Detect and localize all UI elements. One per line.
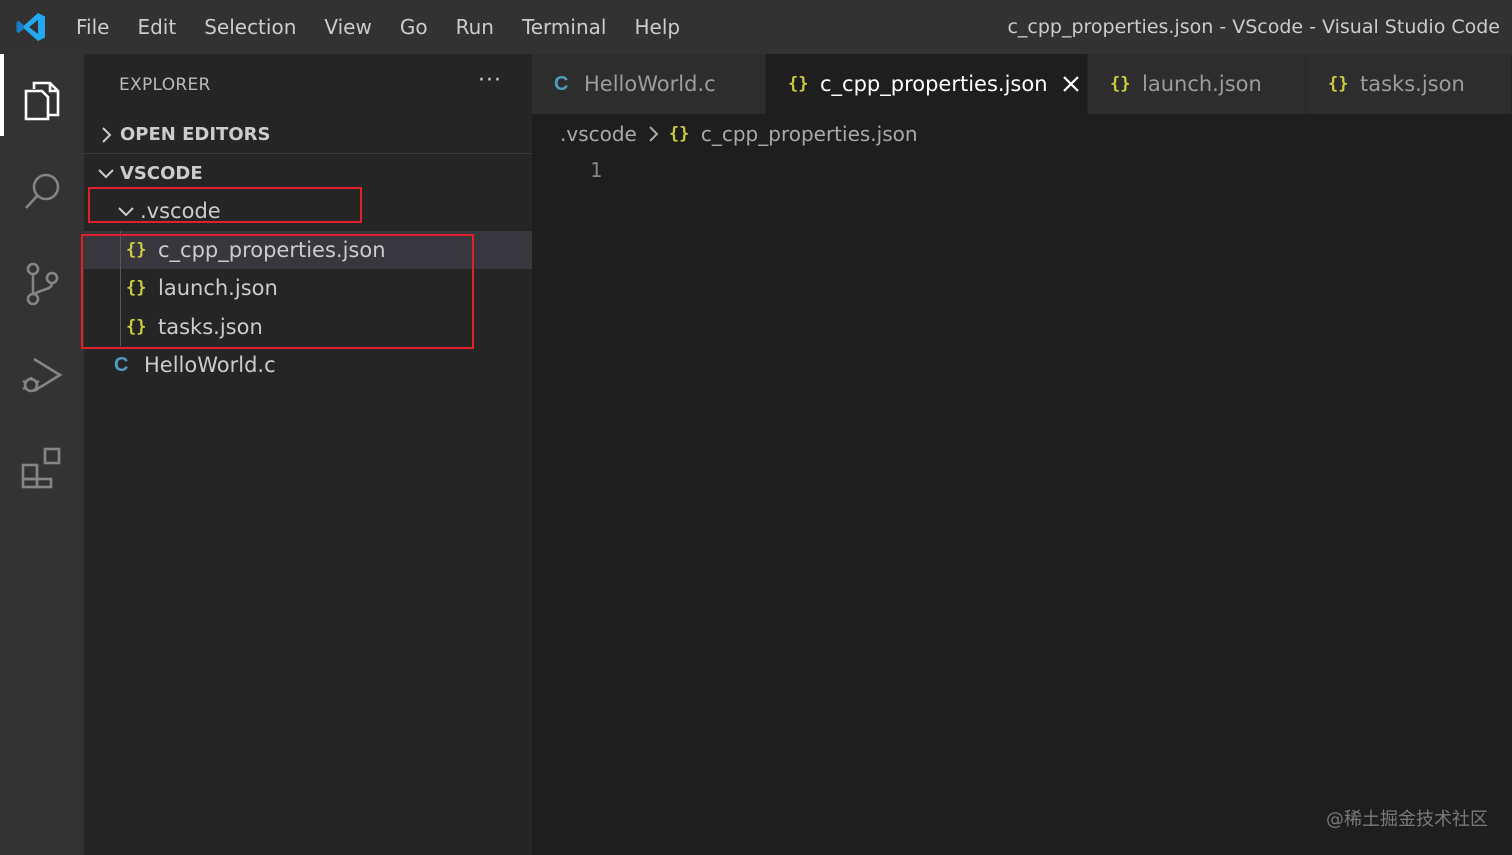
breadcrumb-file[interactable]: c_cpp_properties.json <box>701 122 918 146</box>
file-c-cpp-properties[interactable]: {} c_cpp_properties.json <box>84 230 532 269</box>
menu-selection[interactable]: Selection <box>190 0 310 54</box>
menu-file[interactable]: File <box>62 0 123 54</box>
file-label: HelloWorld.c <box>144 353 276 378</box>
run-debug-icon[interactable] <box>0 330 84 422</box>
breadcrumb-folder[interactable]: .vscode <box>560 122 637 146</box>
menu-view[interactable]: View <box>310 0 385 54</box>
tab-label: launch.json <box>1142 72 1262 96</box>
indent-guide <box>120 230 121 269</box>
c-file-icon: C <box>554 72 569 95</box>
file-label: launch.json <box>158 276 278 301</box>
open-editors-label: OPEN EDITORS <box>120 124 271 145</box>
explorer-title: EXPLORER <box>119 75 211 95</box>
chevron-right-icon <box>647 125 659 143</box>
menu-help[interactable]: Help <box>620 0 694 54</box>
json-file-icon: {} <box>126 316 147 337</box>
title-bar: File Edit Selection View Go Run Terminal… <box>0 0 1512 54</box>
close-icon[interactable] <box>1060 73 1082 95</box>
extensions-icon[interactable] <box>0 422 84 514</box>
explorer-header: EXPLORER ··· <box>84 54 532 116</box>
tab-c-cpp-properties[interactable]: {} c_cpp_properties.json <box>766 54 1088 114</box>
c-file-icon: C <box>114 353 129 376</box>
menu-bar: File Edit Selection View Go Run Terminal… <box>62 0 694 54</box>
explorer-sidebar: EXPLORER ··· OPEN EDITORS VSCODE .vscode… <box>81 54 532 855</box>
menu-edit[interactable]: Edit <box>123 0 190 54</box>
menu-go[interactable]: Go <box>386 0 442 54</box>
json-file-icon: {} <box>668 124 690 144</box>
more-actions-icon[interactable]: ··· <box>478 68 502 93</box>
chevron-right-icon <box>94 116 118 154</box>
workspace-label: VSCODE <box>120 162 203 184</box>
search-icon[interactable] <box>0 146 84 238</box>
tab-helloworld-c[interactable]: C HelloWorld.c <box>532 54 766 114</box>
open-editors-section[interactable]: OPEN EDITORS <box>84 116 532 154</box>
tab-tasks-json[interactable]: {} tasks.json <box>1306 54 1512 114</box>
vscode-logo-icon <box>0 0 62 54</box>
json-file-icon: {} <box>126 239 147 260</box>
watermark: @稀土掘金技术社区 <box>1326 809 1488 830</box>
tab-launch-json[interactable]: {} launch.json <box>1088 54 1306 114</box>
source-control-icon[interactable] <box>0 238 84 330</box>
workspace-section[interactable]: VSCODE <box>84 154 532 192</box>
line-number: 1 <box>590 158 603 182</box>
chevron-down-icon <box>94 154 118 192</box>
json-file-icon: {} <box>126 278 147 299</box>
file-label: tasks.json <box>158 314 263 339</box>
file-label: c_cpp_properties.json <box>158 237 386 262</box>
tab-bar: C HelloWorld.c {} c_cpp_properties.json … <box>532 54 1512 114</box>
files-icon[interactable] <box>0 54 84 146</box>
breadcrumb: .vscode {} c_cpp_properties.json <box>560 114 918 154</box>
indent-guide <box>120 269 121 308</box>
json-file-icon: {} <box>1110 74 1131 94</box>
folder-vscode[interactable]: .vscode <box>84 192 532 231</box>
file-tasks-json[interactable]: {} tasks.json <box>84 307 532 346</box>
menu-run[interactable]: Run <box>442 0 508 54</box>
activity-bar <box>0 54 84 855</box>
tab-label: tasks.json <box>1360 72 1465 96</box>
file-helloworld-c[interactable]: C HelloWorld.c <box>84 346 532 385</box>
chevron-down-icon <box>114 192 138 230</box>
window-title: c_cpp_properties.json - VScode - Visual … <box>1007 16 1500 38</box>
json-file-icon: {} <box>1328 74 1349 94</box>
file-launch-json[interactable]: {} launch.json <box>84 269 532 308</box>
indent-guide <box>120 307 121 346</box>
tab-label: HelloWorld.c <box>584 72 716 96</box>
editor-area[interactable]: 1 <box>532 154 1512 855</box>
tab-label: c_cpp_properties.json <box>820 72 1048 96</box>
json-file-icon: {} <box>788 74 809 94</box>
menu-terminal[interactable]: Terminal <box>508 0 621 54</box>
folder-label: .vscode <box>140 199 221 224</box>
